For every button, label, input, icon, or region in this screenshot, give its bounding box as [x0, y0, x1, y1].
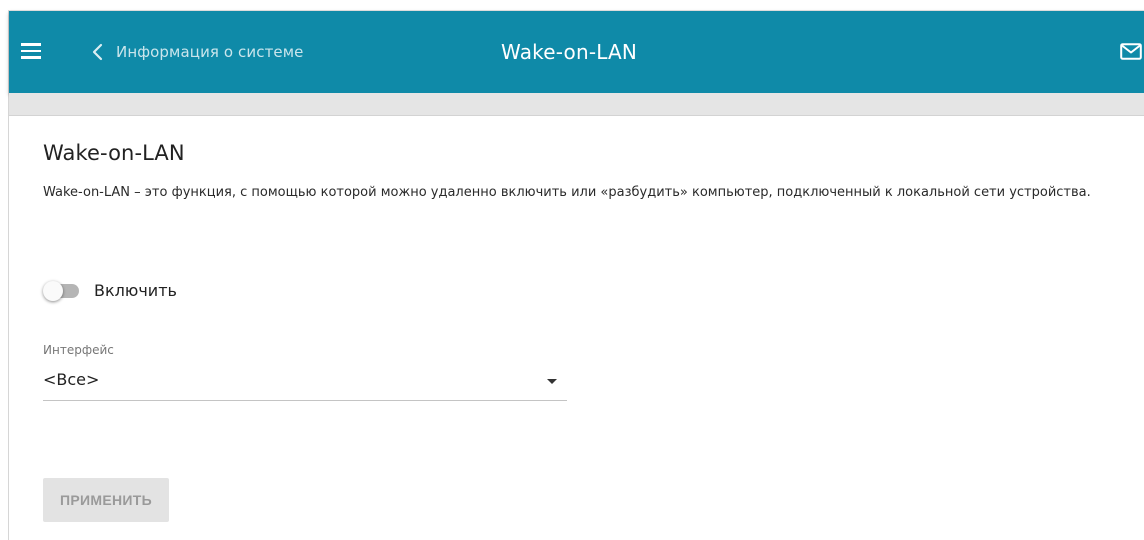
app-frame: Информация о системе Wake-on-LAN Wake-on… — [8, 10, 1144, 540]
back-link-label: Информация о системе — [116, 43, 304, 61]
page-title: Wake-on-LAN — [501, 40, 638, 64]
sub-header-bar — [9, 93, 1144, 116]
section-heading: Wake-on-LAN — [43, 141, 185, 165]
back-link[interactable]: Информация о системе — [89, 40, 304, 64]
toggle-switch[interactable] — [43, 280, 79, 301]
section-description: Wake-on-LAN – это функция, с помощью кот… — [43, 185, 1091, 200]
apply-button[interactable]: ПРИМЕНИТЬ — [43, 478, 169, 522]
enable-toggle-label: Включить — [94, 281, 177, 300]
hamburger-menu-icon[interactable] — [21, 43, 41, 59]
interface-field-label: Интерфейс — [43, 343, 114, 357]
interface-select-value: <Все> — [43, 370, 100, 389]
toggle-knob — [43, 280, 63, 301]
top-navigation-bar: Информация о системе Wake-on-LAN — [9, 11, 1144, 93]
enable-toggle[interactable]: Включить — [43, 280, 177, 301]
interface-select[interactable]: <Все> — [43, 362, 567, 401]
caret-down-icon — [547, 379, 557, 384]
mail-icon[interactable] — [1120, 43, 1142, 60]
main-content: Wake-on-LAN Wake-on-LAN – это функция, с… — [43, 141, 1133, 522]
chevron-left-icon — [92, 43, 103, 61]
